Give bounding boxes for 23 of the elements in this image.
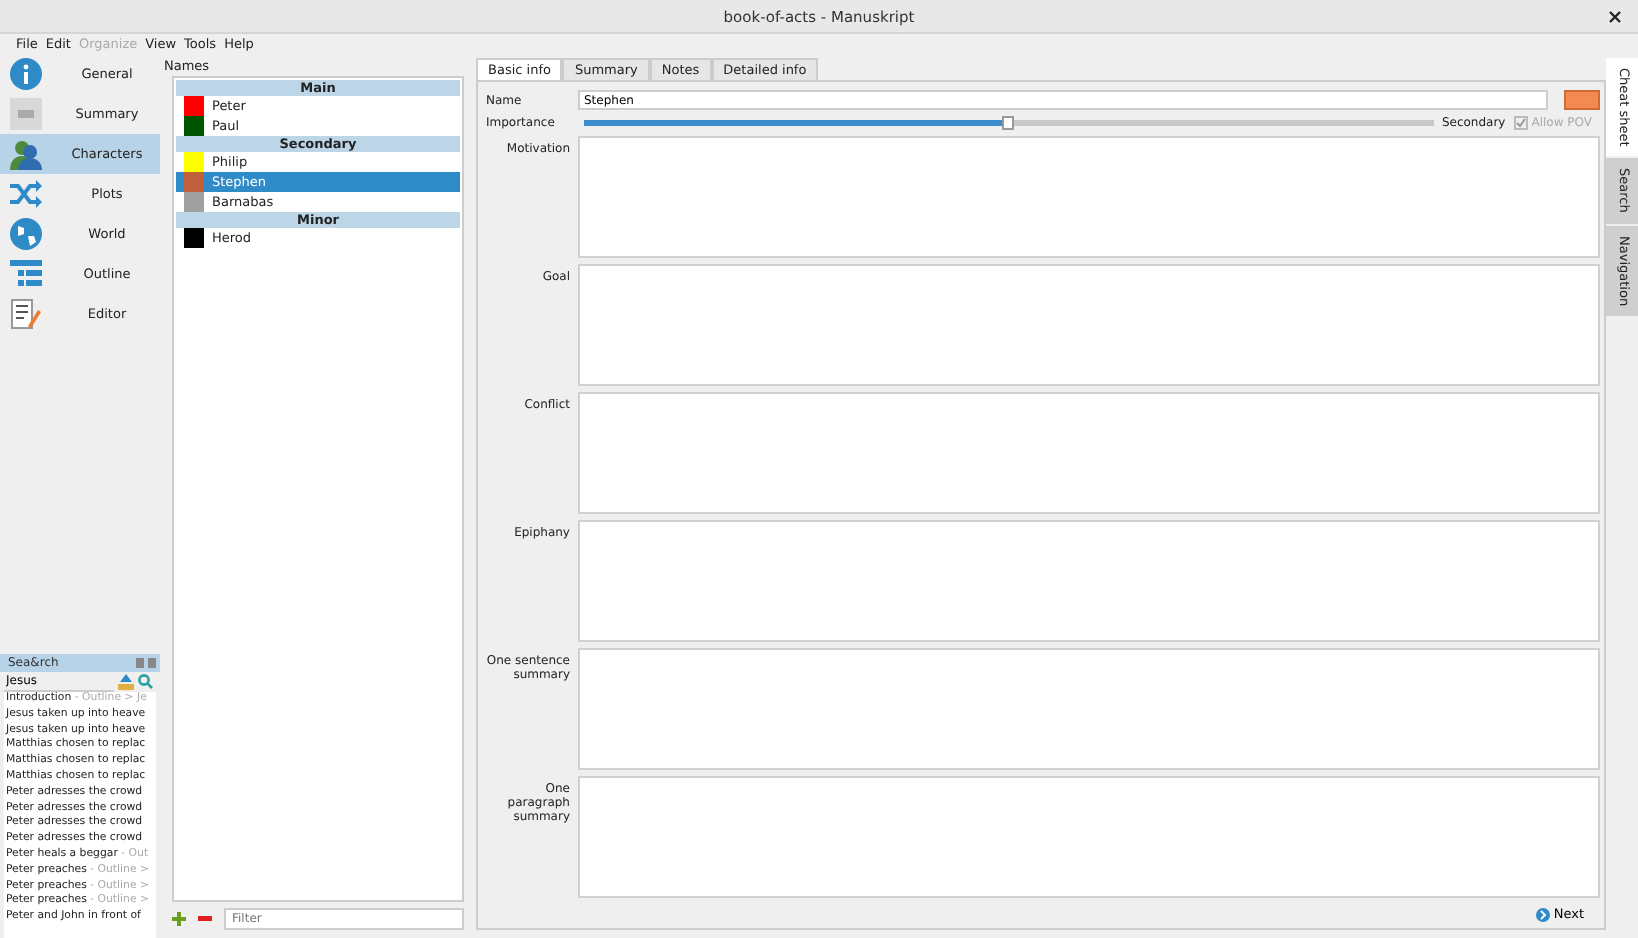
checkmark-icon xyxy=(1515,118,1526,128)
people-icon xyxy=(10,138,42,170)
globe-icon xyxy=(10,218,42,250)
info-icon xyxy=(10,58,42,90)
text-area[interactable] xyxy=(578,648,1600,770)
document-icon xyxy=(10,98,42,130)
dock-buttons-icon[interactable] xyxy=(136,658,156,668)
text-area[interactable] xyxy=(578,136,1600,258)
add-icon[interactable] xyxy=(172,912,186,926)
text-area[interactable] xyxy=(578,520,1600,642)
text-area[interactable] xyxy=(578,392,1600,514)
close-icon[interactable] xyxy=(1608,10,1622,24)
importance-slider[interactable] xyxy=(584,120,1434,126)
search-icon[interactable] xyxy=(138,674,156,690)
arrow-circle-icon xyxy=(1535,907,1550,921)
list-icon xyxy=(10,258,42,290)
color-button[interactable] xyxy=(1564,90,1600,110)
edit-icon xyxy=(10,298,42,330)
upload-icon[interactable] xyxy=(118,674,134,690)
text-area[interactable] xyxy=(578,776,1600,898)
remove-icon[interactable] xyxy=(198,916,212,922)
shuffle-icon xyxy=(10,178,42,210)
text-area[interactable] xyxy=(578,264,1600,386)
